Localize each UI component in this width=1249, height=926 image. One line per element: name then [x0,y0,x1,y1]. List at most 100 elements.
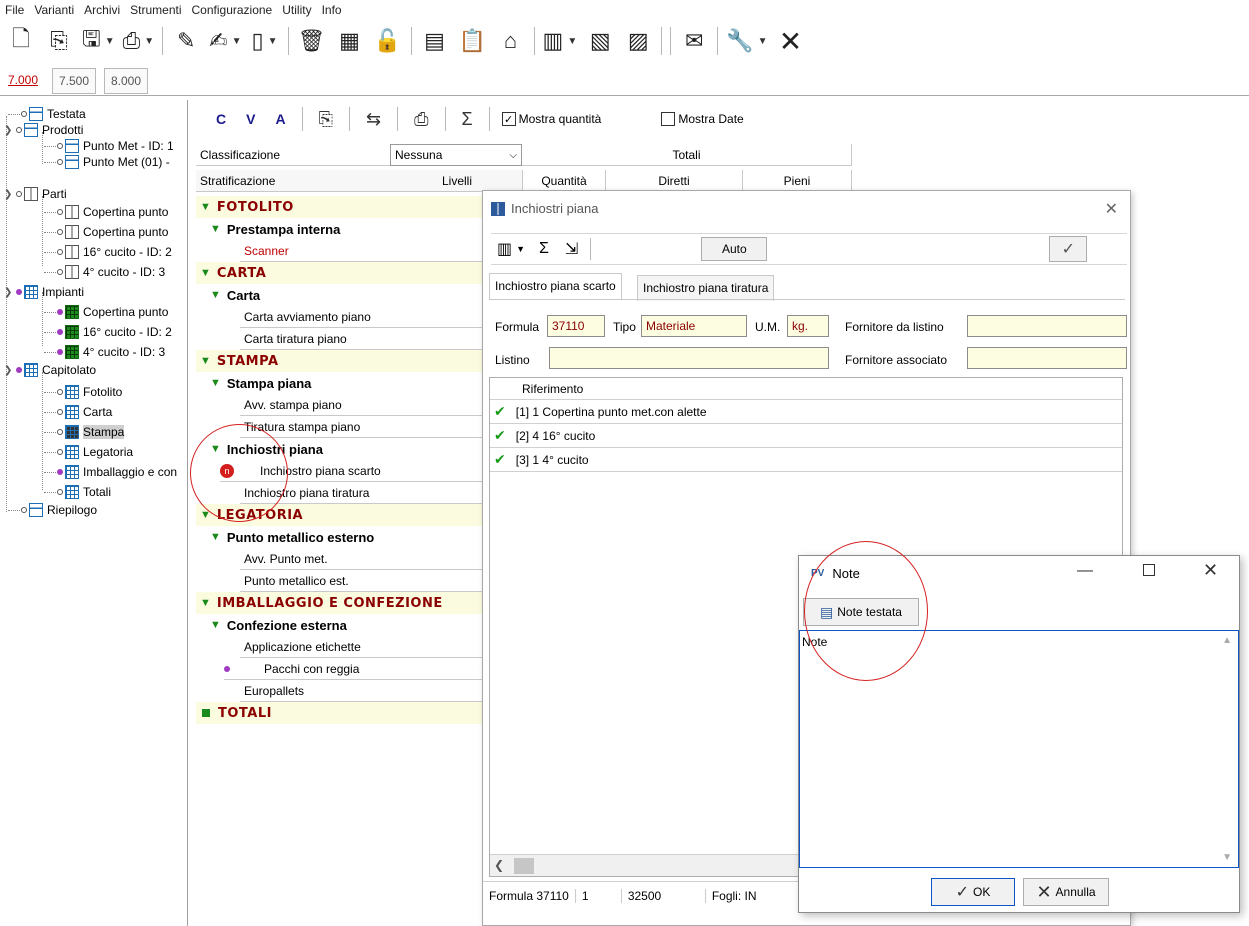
documents-icon[interactable]: ▨ [623,23,653,59]
grid-item-row[interactable]: Europallets [240,680,486,702]
fornitore-listino-field[interactable] [967,315,1127,337]
grid-group-row[interactable]: ▼ Carta [196,284,260,306]
mail-icon[interactable]: ✉ [679,23,709,59]
tab-inchiostro-tiratura[interactable]: Inchiostro piana tiratura [637,275,775,301]
collapse-triangle-icon[interactable]: ▼ [200,201,211,213]
tree-node-impianto-2[interactable]: 16° cucito - ID: 2 [44,324,172,340]
list-item[interactable]: ✔ [2] 4 16° cucito [490,424,1122,448]
grid-group-row[interactable]: ▼ Punto metallico esterno [196,526,374,548]
collapse-triangle-icon[interactable]: ▼ [200,267,211,279]
tree-node-impianto-3[interactable]: 4° cucito - ID: 3 [44,344,165,360]
collapse-triangle-icon[interactable]: ▼ [210,619,221,631]
tree-node-stampa[interactable]: Stampa [44,424,125,440]
diretti-header[interactable]: Diretti [605,170,743,192]
expand-icon[interactable]: ❯ [4,365,16,376]
tree-node-fotolito[interactable]: Fotolito [44,384,122,400]
tree-node-prodotto-1[interactable]: Punto Met - ID: 1 [44,138,174,154]
formula-field[interactable]: 37110 [547,315,605,337]
grid-item-row[interactable]: Applicazione etichette [240,636,486,658]
tree-node-parte-2[interactable]: Copertina punto [44,224,168,240]
collapse-triangle-icon[interactable]: ▼ [210,223,221,235]
expand-icon[interactable]: ❯ [4,189,16,200]
list-item[interactable]: ✔ [3] 1 4° cucito [490,448,1122,472]
checkbox-icon[interactable] [661,112,676,126]
menu-file[interactable]: File [0,0,29,20]
collapse-triangle-icon[interactable]: ▼ [210,289,221,301]
grid-item-row[interactable]: n Inchiostro piana scarto [220,460,486,482]
save-icon[interactable]: 🖫 ▼ [82,23,115,59]
tree-node-parte-1[interactable]: Copertina punto [44,204,168,220]
tree-node-totali[interactable]: Totali [44,484,111,500]
grid-item-row[interactable]: Tiratura stampa piano [240,416,486,438]
a-button[interactable]: A [275,111,285,127]
list-item[interactable]: ✔ [1] 1 Copertina punto met.con alette [490,400,1122,424]
collapse-triangle-icon[interactable]: ▼ [200,509,211,521]
minimize-icon[interactable]: — [1077,562,1093,580]
expand-icon[interactable]: ❯ [4,287,16,298]
scroll-down-icon[interactable]: ▼ [1222,852,1232,863]
grid-item-row[interactable]: Punto metallico est. [240,570,486,592]
mostra-quantita-toggle[interactable]: ✓ Mostra quantità [501,112,601,126]
document-a-icon[interactable]: ▧ [585,23,615,59]
grid-category-row[interactable]: ▼ IMBALLAGGIO E CONFEZIONE [196,592,486,614]
grid-item-row[interactable]: Avv. Punto met. [240,548,486,570]
menu-configurazione[interactable]: Configurazione [187,0,278,20]
close-icon[interactable]: ✕ [1105,199,1118,219]
livelli-header[interactable]: Livelli [390,170,522,192]
annulla-button[interactable]: ✕ Annulla [1023,878,1109,906]
export-icon[interactable]: ⇲ [565,239,578,259]
report-icon[interactable]: ▤ [420,23,450,59]
note-badge-icon[interactable]: n [220,463,234,478]
tab-inchiostro-scarto[interactable]: Inchiostro piana scarto [489,273,622,299]
grid-category-row[interactable]: ▼ FOTOLITO [196,196,486,218]
classificazione-select[interactable]: Nessuna ⌵ [390,144,522,166]
mostra-date-toggle[interactable]: Mostra Date [661,112,744,126]
lock-icon[interactable]: 🔓 [373,23,403,59]
quantita-header[interactable]: Quantità [522,170,606,192]
tree-node-parte-3[interactable]: 16° cucito - ID: 2 [44,244,172,260]
close-icon[interactable]: ✕ [1203,560,1218,581]
v-button[interactable]: V [246,111,255,127]
tree-node-testata[interactable]: Testata [8,106,86,122]
tree-node-prodotto-2[interactable]: Punto Met (01) - [44,154,170,170]
confirm-check-button[interactable]: ✓ [1049,236,1088,262]
tree-node-capitolato[interactable]: ❯ Capitolato [4,362,96,378]
blank-page-icon[interactable]: ▯ ▼ [250,23,280,59]
trash-icon[interactable]: 🗑 [297,23,327,59]
fornitore-associato-field[interactable] [967,347,1127,369]
tree-node-parte-4[interactable]: 4° cucito - ID: 3 [44,264,165,280]
grid-group-row[interactable]: ▼ Prestampa interna [196,218,340,240]
menu-strumenti[interactable]: Strumenti [125,0,186,20]
grid-category-row[interactable]: ▼ LEGATORIA [196,504,486,526]
grid-group-row[interactable]: ▼ Confezione esterna [196,614,347,636]
scrollbar-thumb[interactable] [514,858,534,874]
grid-category-row[interactable]: ▼ CARTA [196,262,486,284]
close-icon[interactable]: ✕ [776,23,806,59]
copy-document-icon[interactable]: ⎘ [44,23,74,59]
wrench-icon[interactable]: 🔧 ▼ [726,23,767,59]
note-textarea[interactable]: Note ▲ ▼ [799,630,1239,868]
menu-varianti[interactable]: Varianti [29,0,79,20]
grid-item-row[interactable]: Pacchi con reggia [224,658,486,680]
listino-field[interactable] [549,347,829,369]
checkbox-checked-icon[interactable]: ✓ [501,112,516,126]
tab-version-7500[interactable]: 7.500 [52,68,97,94]
export-icon[interactable]: ⇆ [366,109,381,130]
print-icon[interactable]: ⎙ [414,109,428,130]
grid-item-row[interactable]: Scanner [240,240,486,262]
collapse-triangle-icon[interactable]: ▼ [200,355,211,367]
c-button[interactable]: C [216,111,226,127]
menu-utility[interactable]: Utility [277,0,316,20]
report-icon[interactable]: ▥ [497,239,512,259]
grid-item-row[interactable]: Avv. stampa piano [240,394,486,416]
scroll-up-icon[interactable]: ▲ [1222,635,1232,646]
edit-document-icon[interactable]: ✍ ▼ [209,23,241,59]
collapse-triangle-icon[interactable]: ▼ [210,377,221,389]
edit-icon[interactable]: ✎ [171,23,201,59]
print-icon[interactable]: ⎙ ▼ [123,23,155,59]
document-list-icon[interactable]: ▥ ▼ [543,23,578,59]
tab-version-7000[interactable]: 7.000 [2,68,45,94]
pieni-header[interactable]: Pieni [742,170,852,192]
new-document-icon[interactable]: 🗋 [6,23,36,59]
tree-node-impianto-1[interactable]: Copertina punto [44,304,168,320]
